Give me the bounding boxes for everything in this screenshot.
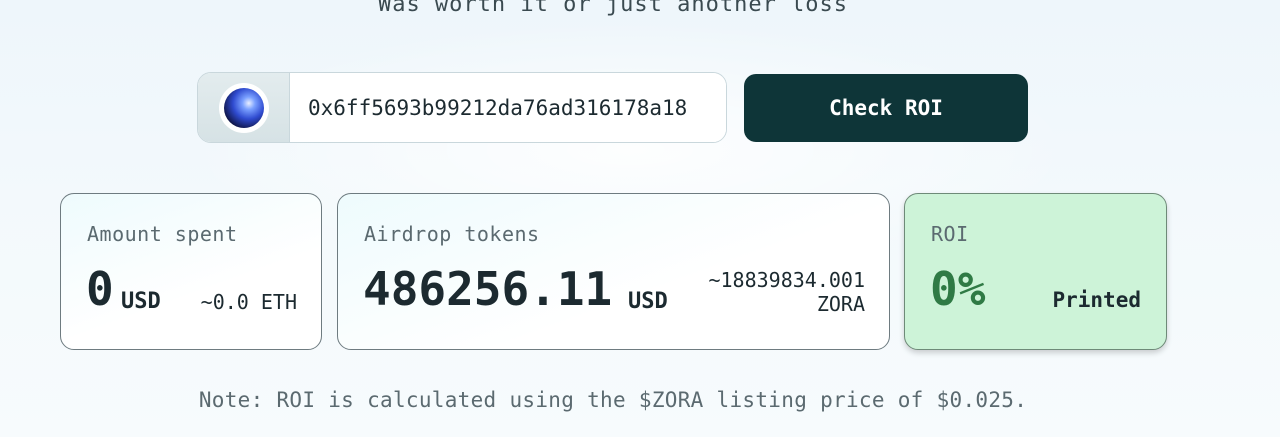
roi-status: Printed [1052, 288, 1141, 312]
airdrop-tokens-card: Airdrop tokens 486256.11 USD ~18839834.0… [337, 193, 890, 350]
roi-card: ROI 0% Printed [904, 193, 1167, 350]
wallet-search-row: 0x6ff5693b99212da76ad316178a18 Check ROI [197, 72, 1028, 143]
wallet-orb-icon [223, 87, 264, 128]
airdrop-tokens-unit: USD [628, 289, 668, 314]
airdrop-tokens-label: Airdrop tokens [364, 222, 540, 246]
airdrop-token-symbol: ZORA [816, 292, 865, 316]
airdrop-token-amount: ~18839834.001 ZORA [708, 268, 865, 316]
avatar-container [198, 73, 290, 142]
check-roi-button[interactable]: Check ROI [744, 73, 1028, 142]
page-subtitle: Was worth it or just another loss [377, 0, 849, 17]
wallet-address-input[interactable]: 0x6ff5693b99212da76ad316178a18 [290, 73, 726, 142]
amount-spent-value: 0 [86, 262, 114, 316]
amount-spent-unit: USD [121, 289, 161, 314]
airdrop-token-count: ~18839834.001 [708, 268, 865, 292]
airdrop-tokens-value: 486256.11 [363, 262, 613, 316]
roi-note: Note: ROI is calculated using the $ZORA … [198, 388, 1028, 412]
roi-label: ROI [931, 222, 969, 246]
amount-spent-eth: ~0.0 ETH [200, 290, 297, 314]
avatar [218, 82, 269, 133]
wallet-search-box: 0x6ff5693b99212da76ad316178a18 [197, 72, 727, 143]
amount-spent-label: Amount spent [87, 222, 238, 246]
amount-spent-card: Amount spent 0 USD ~0.0 ETH [60, 193, 322, 350]
roi-value: 0% [930, 262, 986, 316]
